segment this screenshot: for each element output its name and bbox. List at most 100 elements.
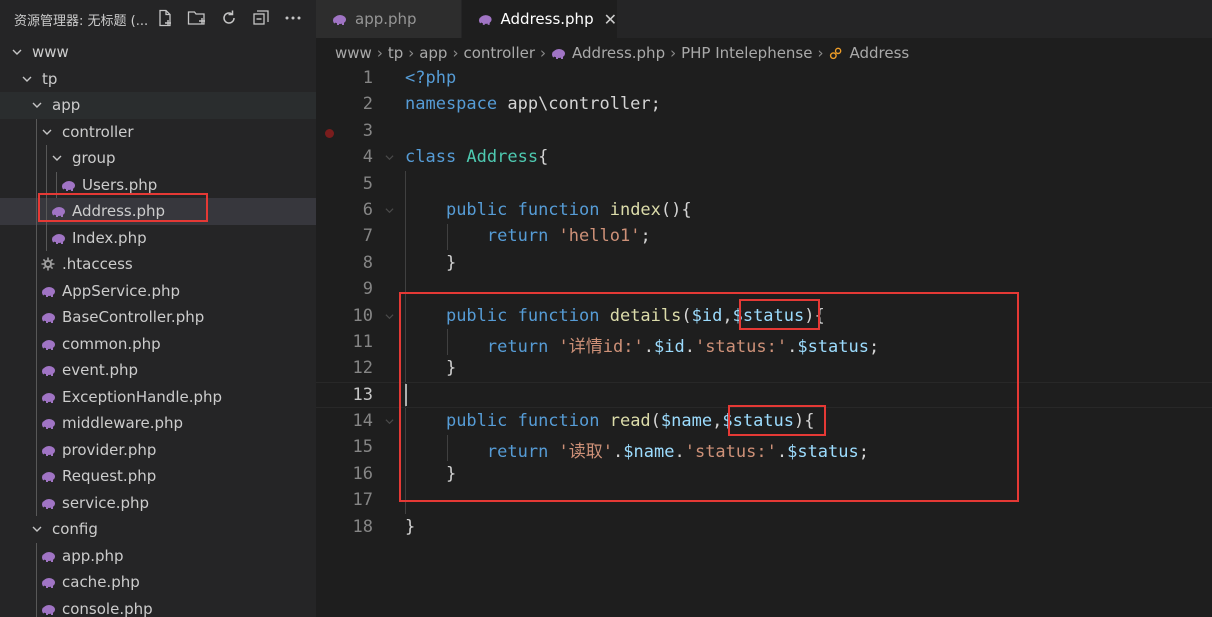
new-folder-icon[interactable] [187,8,207,28]
tree-item-label: Index.php [72,228,147,247]
tree-indent-guide [36,489,37,516]
tree-item-label: www [32,43,69,61]
php-elephant-icon [41,549,56,562]
code-text: class Address{ [405,147,548,167]
tree-item-label: controller [62,122,134,141]
tree-item-label: Request.php [62,467,157,485]
chevron-right-icon: › [670,44,677,62]
breadcrumb-item[interactable]: tp [388,44,403,62]
explorer-actions [155,8,303,28]
tree-item[interactable]: middleware.php [0,410,316,437]
tree-item-label: Users.php [82,175,158,194]
tree-item[interactable]: console.php [0,595,316,617]
php-elephant-icon [41,602,56,615]
highlight-box-status-param-read [728,405,826,436]
php-elephant-icon [41,469,56,482]
php-elephant-icon [478,14,492,25]
tree-indent-guide [36,463,37,490]
more-actions-icon[interactable] [283,8,303,28]
breadcrumb-item[interactable]: Address.php [572,44,665,62]
tree-indent-guide [36,410,37,437]
code-line: 1 <?php [316,65,1212,91]
code-token: (){ [660,199,692,220]
line-number: 12 [352,358,373,379]
explorer-title: 资源管理器: 无标题 (... [14,14,149,29]
php-elephant-icon [41,575,56,588]
tree-indent-guide [36,569,37,596]
chevron-down-icon[interactable] [40,125,54,139]
php-elephant-icon [41,496,56,509]
tree-item-label: tp [42,69,58,88]
tree-item[interactable]: tp [0,66,316,93]
tree-item-label: group [72,149,116,167]
fold-chevron-icon[interactable] [385,153,394,161]
fold-chevron-icon[interactable] [385,206,394,214]
chevron-down-icon[interactable] [30,98,44,112]
tab-label: Address.php [500,10,594,28]
tree-item-label: AppService.php [62,281,181,300]
code-text: } [405,253,456,273]
tree-item[interactable]: AppService.php [0,277,316,304]
chevron-right-icon: › [452,44,459,62]
tree-indent-guide [36,436,37,463]
tree-item[interactable]: Request.php [0,463,316,490]
chevron-down-icon[interactable] [50,151,64,165]
tree-item[interactable]: group [0,145,316,172]
tree-item[interactable]: .htaccess [0,251,316,278]
code-line: 8 } [316,250,1212,276]
chevron-down-icon[interactable] [10,45,24,59]
tree-item[interactable]: provider.php [0,436,316,463]
tree-item[interactable]: controller [0,118,316,145]
explorer-sidebar: 资源管理器: 无标题 (... www tp app controller group U… [0,0,316,617]
line-number: 15 [352,437,373,458]
tree-item[interactable]: common.php [0,330,316,357]
tree-item[interactable]: cache.php [0,569,316,596]
breadcrumb-item[interactable]: www [335,44,372,62]
tree-item[interactable]: event.php [0,357,316,384]
line-number: 4 [362,147,373,168]
code-token: app\controller; [507,94,661,115]
tree-item[interactable]: ExceptionHandle.php [0,383,316,410]
tree-item-label: app [52,96,81,114]
chevron-right-icon: › [540,44,547,62]
breadcrumb-item[interactable]: Address [849,44,909,62]
tree-indent-guide [36,330,37,357]
collapse-all-icon[interactable] [251,8,271,28]
tree-indent-guide [36,251,37,278]
tree-item[interactable]: BaseController.php [0,304,316,331]
line-number: 17 [352,490,373,511]
tree-indent-guide [36,224,37,251]
tab-app-php[interactable]: app.php [316,0,461,38]
breadcrumb-item[interactable]: app [419,44,447,62]
code-token: <?php [405,68,457,88]
tree-item-label: console.php [62,599,153,617]
tree-item[interactable]: www [0,39,316,66]
close-icon[interactable]: ✕ [604,10,617,29]
tree-item[interactable]: Index.php [0,224,316,251]
new-file-icon[interactable] [155,8,175,28]
tree-item-label: provider.php [62,440,157,459]
refresh-icon[interactable] [219,8,239,28]
tree-item[interactable]: app [0,92,316,119]
tree-item[interactable]: service.php [0,489,316,516]
line-number: 2 [362,94,373,115]
php-elephant-icon [552,48,566,59]
code-token: public function [445,199,610,220]
breadcrumb-item[interactable]: controller [463,44,535,62]
tree-item-label: BaseController.php [62,308,205,326]
tree-item[interactable]: config [0,516,316,543]
file-tree: www tp app controller group Users.php Address.… [0,39,316,617]
fold-chevron-icon[interactable] [385,312,394,320]
code-token: ; [640,226,651,247]
tree-item[interactable]: app.php [0,542,316,569]
php-elephant-icon [41,363,56,376]
fold-chevron-icon[interactable] [385,417,394,425]
tab-address-php[interactable]: Address.php ✕ [462,0,617,38]
code-line: 3 [316,118,1212,144]
tree-item-label: middleware.php [62,414,184,432]
chevron-down-icon[interactable] [30,522,44,536]
chevron-down-icon[interactable] [20,72,34,86]
breadcrumb-item[interactable]: PHP Intelephense [681,44,812,62]
tree-item-label: config [52,520,98,538]
